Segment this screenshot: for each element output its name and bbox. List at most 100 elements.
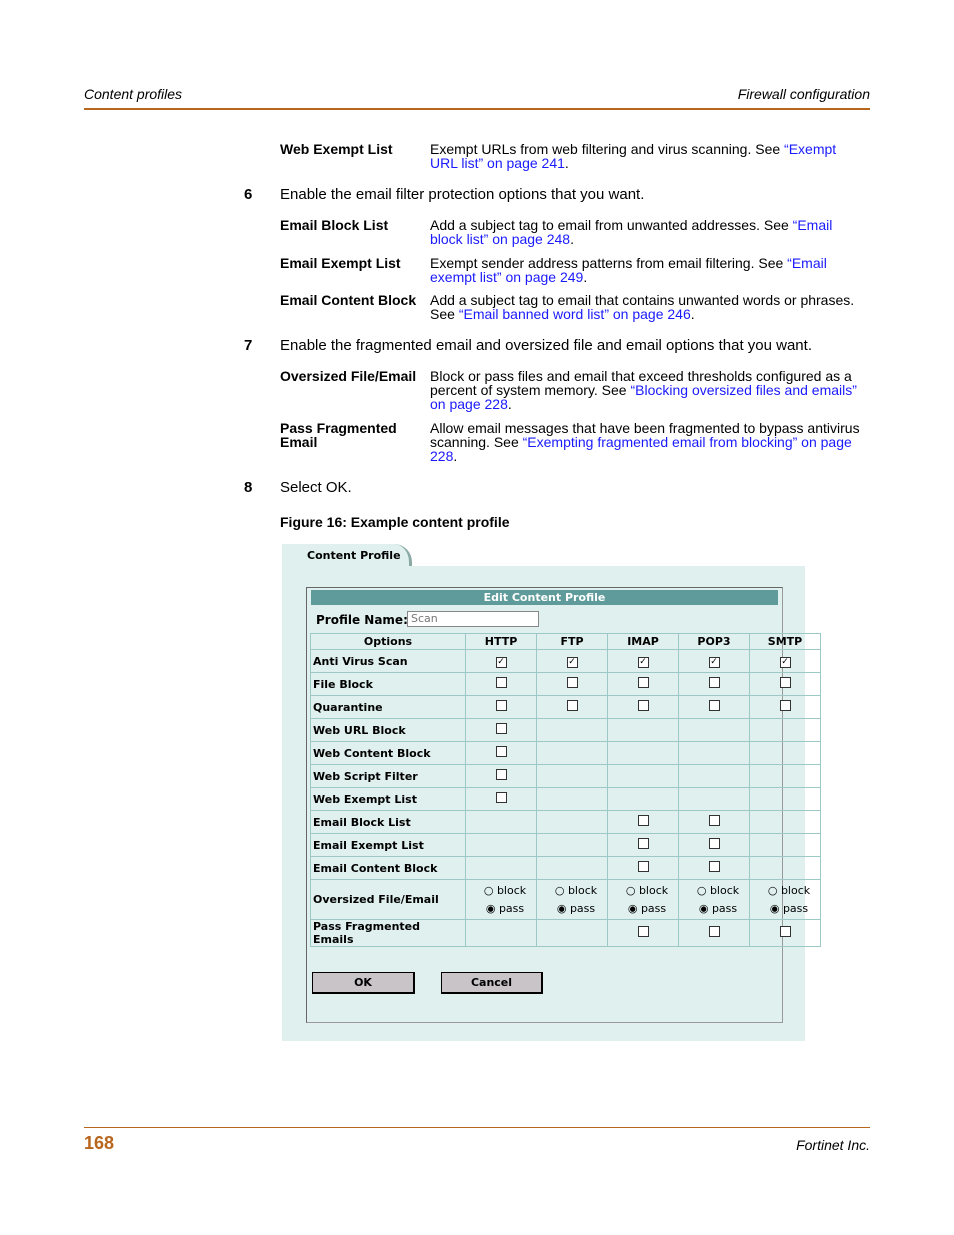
option-label: Web Script Filter bbox=[310, 764, 466, 788]
option-label: Web Content Block bbox=[310, 741, 466, 765]
checkbox[interactable]: ✓ bbox=[637, 657, 649, 668]
radio-pass[interactable]: ◉ pass bbox=[618, 900, 676, 918]
radio-pass[interactable]: ◉ pass bbox=[760, 900, 818, 918]
radio-label: pass bbox=[569, 901, 596, 915]
col-header: Options bbox=[310, 633, 466, 650]
check-cell bbox=[607, 856, 679, 880]
empty-cell bbox=[678, 741, 750, 765]
radio-pass[interactable]: ◉ pass bbox=[547, 900, 605, 918]
checkbox[interactable] bbox=[566, 677, 578, 688]
checkbox[interactable] bbox=[566, 700, 578, 711]
check-cell: ✓ bbox=[749, 649, 821, 673]
checkbox[interactable]: ✓ bbox=[566, 657, 578, 668]
punct: . bbox=[453, 448, 458, 464]
tab-content-profile[interactable]: Content Profile bbox=[282, 544, 412, 568]
radio-block[interactable]: ○ block bbox=[689, 882, 747, 900]
checkbox[interactable] bbox=[708, 700, 720, 711]
edit-title: Edit Content Profile bbox=[311, 590, 778, 605]
check-cell: ✓ bbox=[465, 649, 537, 673]
checkbox[interactable]: ✓ bbox=[779, 657, 791, 668]
cancel-button[interactable]: Cancel bbox=[441, 972, 543, 994]
definition-term: Email Exempt List bbox=[280, 255, 401, 271]
footer-rule bbox=[84, 1127, 870, 1128]
radio-block[interactable]: ○ block bbox=[618, 882, 676, 900]
punct: . bbox=[690, 306, 695, 322]
definition-text: Exempt URLs from web filtering and virus… bbox=[430, 142, 860, 170]
check-cell bbox=[678, 672, 750, 696]
punct: . bbox=[583, 269, 588, 285]
check-cell: ✓ bbox=[536, 649, 608, 673]
table-row: Web Exempt List bbox=[310, 787, 821, 811]
checkbox[interactable] bbox=[708, 926, 720, 937]
radio-cell: ○ block ◉ pass bbox=[607, 879, 679, 920]
empty-cell bbox=[536, 787, 608, 811]
check-cell bbox=[465, 695, 537, 719]
option-label: Quarantine bbox=[310, 695, 466, 719]
page-number: 168 bbox=[84, 1133, 115, 1153]
table-row: Anti Virus Scan ✓ ✓ ✓ ✓ ✓ bbox=[310, 649, 821, 673]
radio-block[interactable]: ○ block bbox=[476, 882, 534, 900]
radio-block[interactable]: ○ block bbox=[760, 882, 818, 900]
checkbox[interactable] bbox=[779, 926, 791, 937]
option-label: Oversized File/Email bbox=[310, 879, 466, 920]
definition-term: Email Content Block bbox=[280, 292, 417, 308]
radio-pass[interactable]: ◉ pass bbox=[689, 900, 747, 918]
check-cell bbox=[536, 695, 608, 719]
table-row: Email Exempt List bbox=[310, 833, 821, 857]
table-row: File Block bbox=[310, 672, 821, 696]
checkbox[interactable] bbox=[637, 700, 649, 711]
checkbox[interactable] bbox=[495, 746, 507, 757]
check-cell bbox=[678, 833, 750, 857]
profile-name-input[interactable]: Scan bbox=[407, 611, 539, 627]
checkbox[interactable] bbox=[495, 677, 507, 688]
radio-label: block bbox=[780, 883, 811, 897]
check-cell bbox=[607, 919, 679, 947]
check-cell: ✓ bbox=[607, 649, 679, 673]
option-label: File Block bbox=[310, 672, 466, 696]
checkbox[interactable] bbox=[637, 677, 649, 688]
radio-pass[interactable]: ◉ pass bbox=[476, 900, 534, 918]
definition-text: Exempt sender address patterns from emai… bbox=[430, 256, 860, 284]
options-table: Options HTTP FTP IMAP POP3 SMTP Anti Virus Sca… bbox=[310, 633, 821, 947]
page: Content profiles Firewall configuration … bbox=[0, 0, 954, 1235]
table-row: Email Block List bbox=[310, 810, 821, 834]
empty-cell bbox=[536, 764, 608, 788]
checkbox[interactable] bbox=[637, 861, 649, 872]
empty-cell bbox=[749, 787, 821, 811]
empty-cell bbox=[607, 718, 679, 742]
check-cell bbox=[678, 695, 750, 719]
checkbox[interactable] bbox=[779, 700, 791, 711]
checkbox[interactable] bbox=[708, 838, 720, 849]
checkbox[interactable]: ✓ bbox=[495, 657, 507, 668]
step-number: 7 bbox=[244, 337, 253, 354]
empty-cell bbox=[678, 787, 750, 811]
step-text: Enable the fragmented email and oversize… bbox=[280, 337, 812, 354]
check-cell bbox=[465, 764, 537, 788]
checkbox[interactable] bbox=[495, 769, 507, 780]
definition-text: Add a subject tag to email from unwanted… bbox=[430, 218, 860, 246]
checkbox[interactable] bbox=[637, 838, 649, 849]
checkbox[interactable] bbox=[708, 861, 720, 872]
cross-reference-link[interactable]: “Email banned word list” on page 246 bbox=[459, 306, 691, 322]
checkbox[interactable] bbox=[637, 926, 649, 937]
table-row: Quarantine bbox=[310, 695, 821, 719]
empty-cell bbox=[749, 856, 821, 880]
option-label: Email Content Block bbox=[310, 856, 466, 880]
radio-label: pass bbox=[640, 901, 667, 915]
ok-button[interactable]: OK bbox=[312, 972, 415, 994]
checkbox[interactable]: ✓ bbox=[708, 657, 720, 668]
check-cell bbox=[536, 672, 608, 696]
checkbox[interactable] bbox=[495, 723, 507, 734]
checkbox[interactable] bbox=[708, 677, 720, 688]
radio-block[interactable]: ○ block bbox=[547, 882, 605, 900]
checkbox[interactable] bbox=[708, 815, 720, 826]
table-row: Web Content Block bbox=[310, 741, 821, 765]
checkbox[interactable] bbox=[495, 792, 507, 803]
empty-cell bbox=[607, 787, 679, 811]
empty-cell bbox=[536, 919, 608, 947]
checkbox[interactable] bbox=[779, 677, 791, 688]
empty-cell bbox=[678, 764, 750, 788]
checkbox[interactable] bbox=[637, 815, 649, 826]
checkbox[interactable] bbox=[495, 700, 507, 711]
step-step7: 7 Enable the fragmented email and oversiz… bbox=[244, 337, 812, 354]
